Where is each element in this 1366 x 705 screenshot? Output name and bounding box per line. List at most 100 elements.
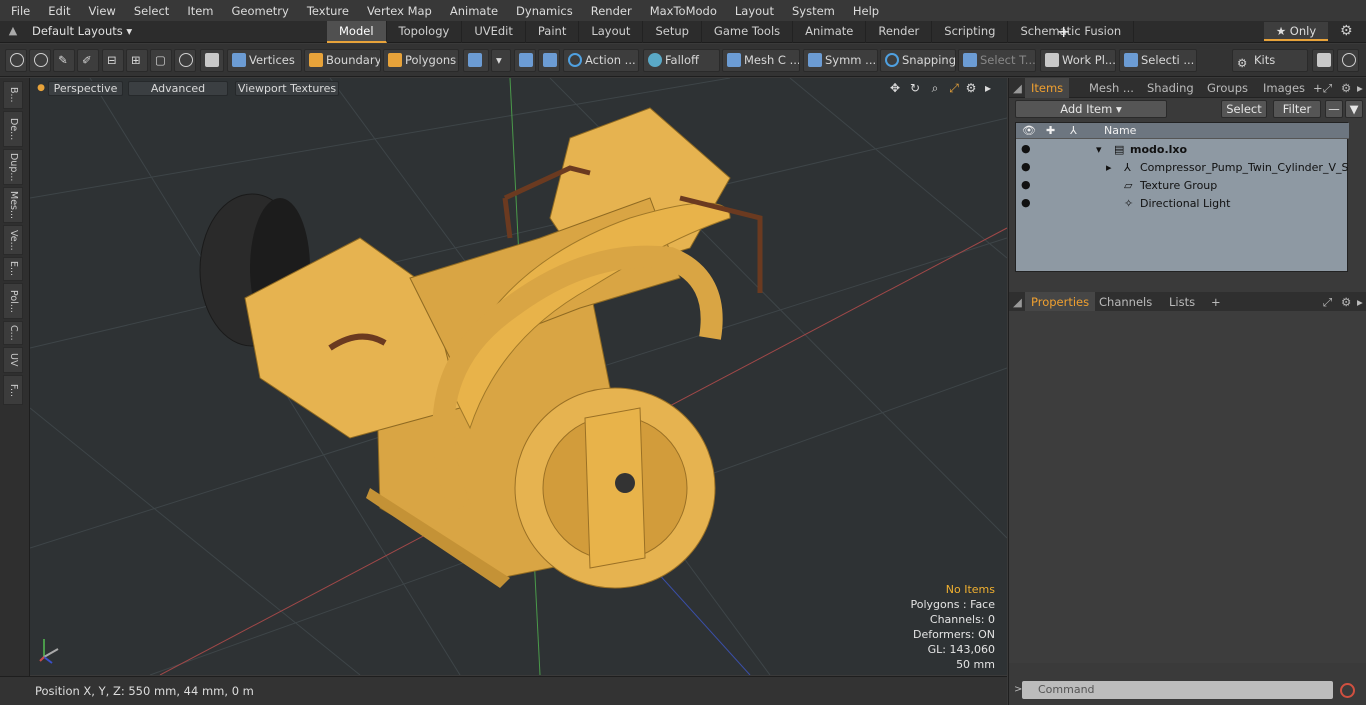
add-tab-icon[interactable]: + (1057, 21, 1070, 42)
zoom-icon[interactable]: ⌕ (928, 81, 942, 95)
left-tab-duplicate[interactable]: Dup... (3, 149, 23, 185)
tab-paint[interactable]: Paint (526, 21, 580, 43)
tab-scripting[interactable]: Scripting (932, 21, 1009, 43)
tree-row[interactable]: ● ▾ ▤ modo.lxo (1016, 141, 1349, 159)
3d-viewport[interactable]: ● Perspective Advanced Viewport Textures… (30, 78, 1007, 675)
tab-uvedit[interactable]: UVEdit (462, 21, 526, 43)
left-tab-fusion[interactable]: F... (3, 375, 23, 405)
tree-row[interactable]: ● ▸ ⅄ Compressor_Pump_Twin_Cylinder_V_St… (1016, 159, 1349, 177)
left-tab-deform[interactable]: De... (3, 111, 23, 147)
falloff-button[interactable]: Falloff (643, 49, 720, 72)
menu-layout[interactable]: Layout (726, 4, 783, 18)
unreal-icon[interactable] (1337, 49, 1359, 72)
select-button[interactable]: Select (1221, 100, 1267, 118)
panel-menu-icon[interactable]: ◢ (1013, 292, 1022, 312)
material-mode-icon[interactable] (463, 49, 489, 72)
left-tab-curve[interactable]: C... (3, 321, 23, 345)
visibility-eye-icon[interactable]: ● (1021, 196, 1031, 209)
kits-button[interactable]: ⚙ Kits (1232, 49, 1308, 72)
menu-help[interactable]: Help (844, 4, 888, 18)
visibility-eye-icon[interactable]: ● (1021, 178, 1031, 191)
boundary-button[interactable]: Boundary (304, 49, 381, 72)
square-icon[interactable]: ▢ (150, 49, 172, 72)
advanced-button[interactable]: Advanced (128, 81, 228, 96)
item-mode-icon[interactable] (200, 49, 224, 72)
left-tab-edge[interactable]: E... (3, 257, 23, 281)
tab-topology[interactable]: Topology (387, 21, 463, 43)
funnel-icon[interactable]: ▼ (1345, 100, 1363, 118)
maximize-panel-icon[interactable]: ⤢ (1323, 292, 1332, 312)
selection-sets-button[interactable]: Selecti ... (1119, 49, 1197, 72)
snapping-button[interactable]: Snapping (880, 49, 956, 72)
menu-view[interactable]: View (80, 4, 125, 18)
unity-icon[interactable] (1312, 49, 1334, 72)
polygons-button[interactable]: Polygons (383, 49, 459, 72)
perspective-button[interactable]: Perspective (48, 81, 123, 96)
pan-icon[interactable]: ✥ (888, 81, 902, 95)
collapse-arrow-icon[interactable]: ▸ (1106, 161, 1112, 174)
menu-geometry[interactable]: Geometry (223, 4, 298, 18)
viewport-settings-icon[interactable]: ⚙ (964, 81, 978, 95)
tree-row[interactable]: ● ▱ Texture Group (1016, 177, 1349, 195)
sphere-icon[interactable] (174, 49, 196, 72)
collapse-icon[interactable]: — (1325, 100, 1343, 118)
mesh-constraint-button[interactable]: Mesh C ... (722, 49, 800, 72)
panel-expand-icon[interactable]: ▸ (1357, 78, 1363, 98)
tab-shading[interactable]: Shading (1147, 78, 1194, 98)
name-column-header[interactable]: Name (1104, 124, 1136, 137)
select-through-button[interactable]: Select T... (958, 49, 1036, 72)
selection-mode-circle-icon[interactable] (5, 49, 27, 72)
maximize-panel-icon[interactable]: ⤢ (1323, 78, 1332, 98)
layout-select[interactable]: Default Layouts ▾ (32, 24, 132, 38)
panel-settings-icon[interactable]: ⚙ (1341, 292, 1351, 312)
vertices-button[interactable]: Vertices (227, 49, 302, 72)
tab-images[interactable]: Images (1263, 78, 1305, 98)
work-plane-button[interactable]: Work Pl... (1040, 49, 1116, 72)
menu-vertex-map[interactable]: Vertex Map (358, 4, 441, 18)
add-panel-tab-icon[interactable]: + (1313, 78, 1323, 98)
left-tab-vertex[interactable]: Ve... (3, 225, 23, 255)
menu-maxtomodo[interactable]: MaxToModo (641, 4, 726, 18)
rotate-icon[interactable]: ↻ (908, 81, 922, 95)
only-button[interactable]: ★ Only (1264, 22, 1328, 41)
tab-setup[interactable]: Setup (643, 21, 702, 43)
symmetry-toggle-icon[interactable] (538, 49, 560, 72)
menu-texture[interactable]: Texture (298, 4, 358, 18)
command-input[interactable]: Command (1022, 681, 1333, 699)
tab-lists[interactable]: Lists (1169, 292, 1195, 312)
left-tab-basic[interactable]: B... (3, 81, 23, 109)
symmetry-button[interactable]: Symm ... (803, 49, 878, 72)
tree-row[interactable]: ● ✧ Directional Light (1016, 195, 1349, 213)
tab-game-tools[interactable]: Game Tools (702, 21, 794, 43)
menu-select[interactable]: Select (125, 4, 178, 18)
visibility-eye-icon[interactable]: ● (1021, 160, 1031, 173)
filter-button[interactable]: Filter (1273, 100, 1321, 118)
menu-file[interactable]: File (2, 4, 39, 18)
left-tab-mesh-edit[interactable]: Mes... (3, 187, 23, 223)
left-tab-uv[interactable]: UV (3, 347, 23, 373)
gear-icon[interactable]: ⚙ (1340, 23, 1353, 39)
tab-items[interactable]: Items (1025, 78, 1070, 100)
fit-icon[interactable]: ⤢ (947, 81, 961, 95)
add-panel-tab-icon[interactable]: + (1211, 292, 1221, 312)
tab-schematic-fusion[interactable]: Schematic Fusion (1008, 21, 1135, 43)
menu-system[interactable]: System (783, 4, 844, 18)
center-icon[interactable]: ⊞ (126, 49, 148, 72)
viewport-dot-icon[interactable]: ● (34, 81, 48, 95)
globe-icon[interactable] (29, 49, 51, 72)
panel-expand-icon[interactable]: ▸ (1357, 292, 1363, 312)
tab-animate[interactable]: Animate (793, 21, 867, 43)
tab-layout[interactable]: Layout (579, 21, 644, 43)
menu-edit[interactable]: Edit (39, 4, 79, 18)
record-icon[interactable] (1340, 683, 1355, 698)
panel-settings-icon[interactable]: ⚙ (1341, 78, 1351, 98)
tab-mesh[interactable]: Mesh ... (1089, 78, 1134, 98)
layout-home-icon[interactable]: ▲ (5, 24, 21, 40)
tab-model[interactable]: Model (327, 21, 387, 43)
expand-arrow-icon[interactable]: ▾ (1096, 143, 1102, 156)
menu-item[interactable]: Item (178, 4, 222, 18)
align-icon[interactable]: ⊟ (102, 49, 124, 72)
viewport-textures-button[interactable]: Viewport Textures (235, 81, 339, 96)
chevron-down-icon[interactable]: ▾ (491, 49, 511, 72)
add-item-button[interactable]: Add Item ▾ (1015, 100, 1167, 118)
